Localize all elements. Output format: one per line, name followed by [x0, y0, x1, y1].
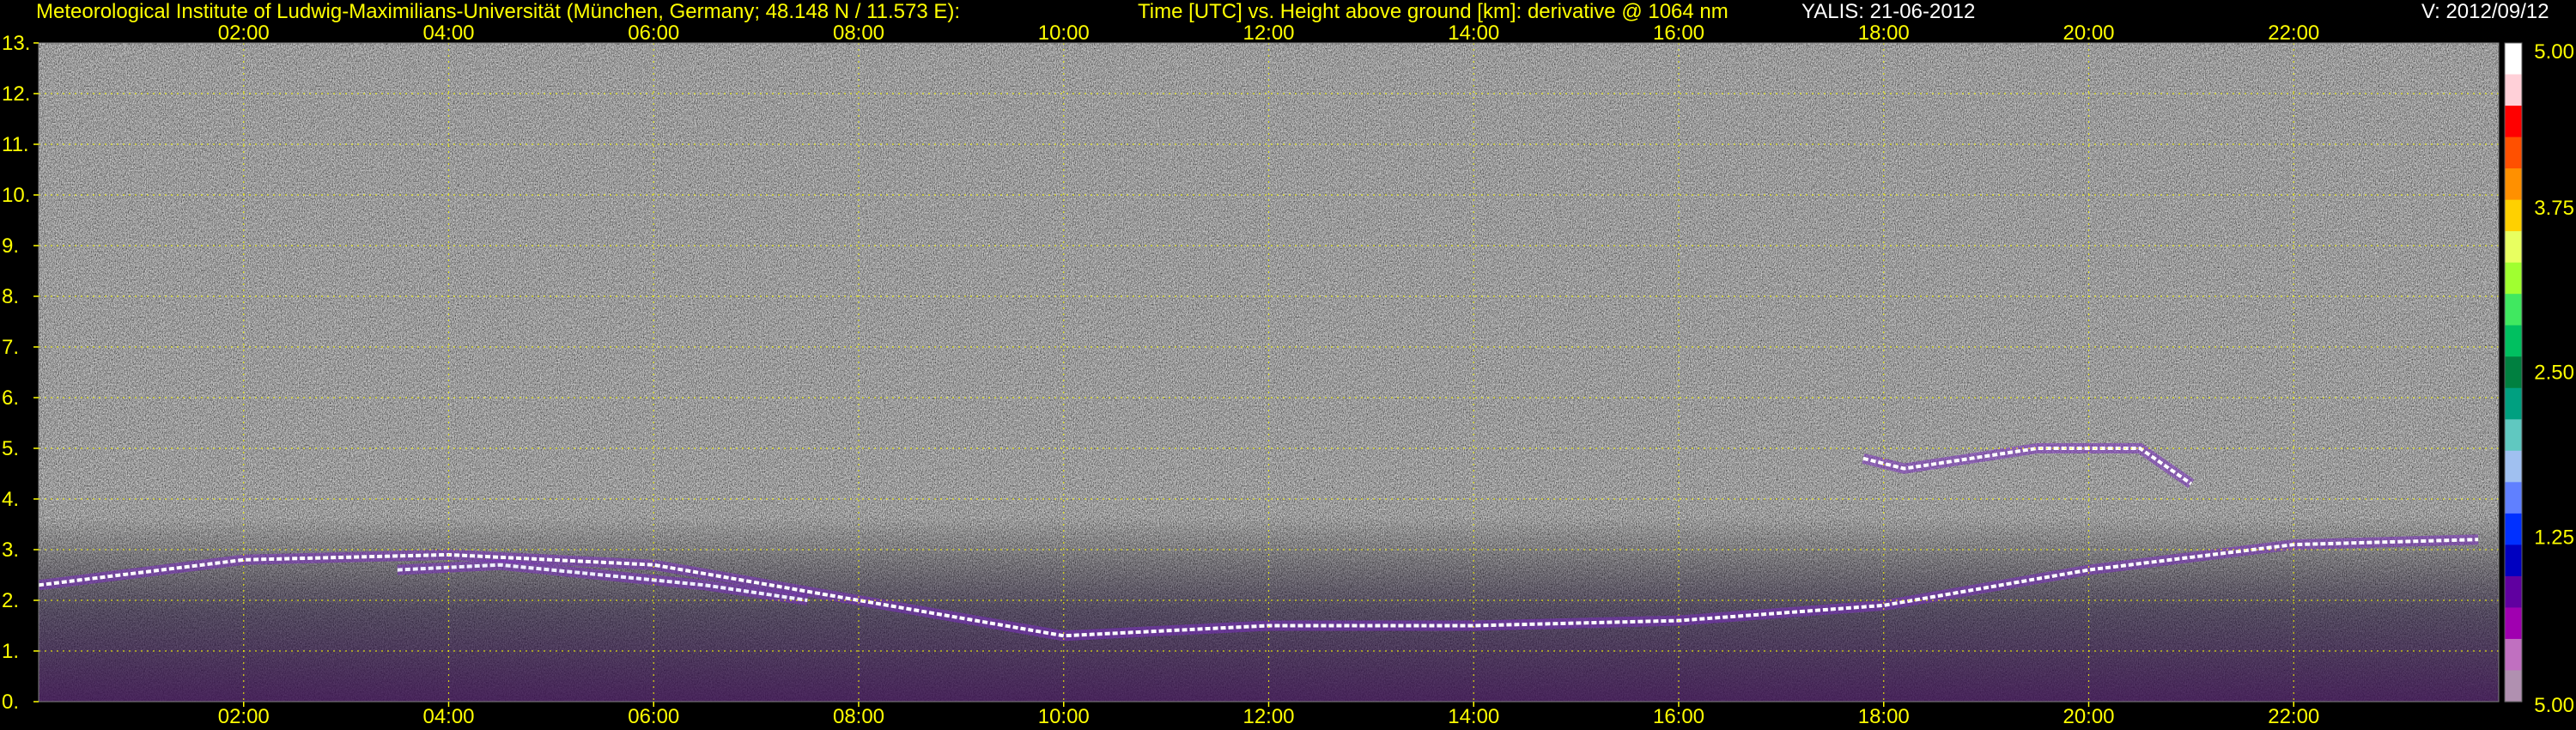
x-tick-label-top: 02:00 [218, 21, 270, 45]
colorbar-swatch [2505, 482, 2522, 514]
y-tick-label: 7. [2, 336, 19, 359]
y-tick-label: 4. [2, 488, 19, 511]
colorbar-swatch [2505, 450, 2522, 483]
y-tick-label: 2. [2, 589, 19, 612]
x-tick-label-top: 06:00 [628, 21, 679, 45]
x-tick-label-bottom: 12:00 [1242, 705, 1294, 728]
x-tick-label-bottom: 10:00 [1038, 705, 1090, 728]
x-tick-label-bottom: 14:00 [1448, 705, 1499, 728]
x-tick-label-top: 12:00 [1242, 21, 1294, 45]
y-tick-label: 0. [2, 690, 19, 714]
x-tick-label-top: 22:00 [2268, 21, 2319, 45]
x-tick-label-bottom: 18:00 [1858, 705, 1910, 728]
colorbar-swatch [2505, 137, 2522, 169]
x-tick-label-bottom: 20:00 [2063, 705, 2114, 728]
x-tick-label-top: 08:00 [833, 21, 884, 45]
lidar-heatmap: 0. 1. 2. 3. 4. 5. 6. 7. 8. 9. 10. 11. 12. 13. 02:00 04… [2, 21, 2500, 728]
x-tick-label-bottom: 22:00 [2268, 705, 2319, 728]
y-tick-label: 10. [2, 184, 30, 207]
y-tick-label: 12. [2, 82, 30, 106]
colorbar-label: 1.25 [2534, 526, 2574, 549]
colorbar-swatch [2505, 325, 2522, 357]
x-tick-label-top: 16:00 [1653, 21, 1704, 45]
colorbar-label: 2.50 [2534, 362, 2574, 385]
colorbar-swatch [2505, 294, 2522, 326]
x-tick-label-top: 14:00 [1448, 21, 1499, 45]
y-tick-label: 6. [2, 386, 19, 410]
colorbar-swatch [2505, 262, 2522, 295]
y-tick-label: 5. [2, 437, 19, 460]
x-tick-label-bottom: 16:00 [1653, 705, 1704, 728]
colorbar-swatch [2505, 513, 2522, 545]
x-tick-label-top: 20:00 [2063, 21, 2114, 45]
colorbar-swatch [2505, 231, 2522, 264]
x-tick-label-top: 10:00 [1038, 21, 1090, 45]
y-tick-label: 13. [2, 32, 30, 55]
y-tick-label: 1. [2, 640, 19, 663]
colorbar-label: 3.75 [2534, 197, 2574, 220]
x-tick-label-bottom: 04:00 [422, 705, 474, 728]
colorbar-swatch [2505, 387, 2522, 420]
x-tick-label-top: 18:00 [1858, 21, 1910, 45]
colorbar-swatch [2505, 638, 2522, 672]
y-tick-label: 11. [2, 133, 29, 156]
colorbar-swatch [2505, 544, 2522, 577]
colorbar-swatch [2505, 356, 2522, 389]
y-tick-label: 9. [2, 234, 19, 258]
y-tick-label: 3. [2, 538, 19, 562]
colorbar-swatch [2505, 670, 2522, 703]
colorbar-swatch [2505, 419, 2522, 452]
colorbar-swatch [2505, 74, 2522, 106]
colorbar-label: 5.00 [2534, 40, 2574, 64]
y-tick-label: 8. [2, 285, 19, 308]
x-tick-label-bottom: 02:00 [218, 705, 270, 728]
colorbar-swatch [2505, 199, 2522, 232]
colorbar-swatch [2505, 106, 2522, 138]
x-tick-label-bottom: 06:00 [628, 705, 679, 728]
colorbar-swatch [2505, 607, 2522, 640]
colorbar-frame [2504, 42, 2523, 703]
colorbar-swatch [2505, 168, 2522, 201]
colorbar-swatch [2505, 575, 2522, 609]
x-tick-label-top: 04:00 [422, 21, 474, 45]
x-tick-label-bottom: 08:00 [833, 705, 884, 728]
colorbar-swatch [2505, 43, 2522, 76]
colorbar-label: 5.00 [2534, 694, 2574, 717]
